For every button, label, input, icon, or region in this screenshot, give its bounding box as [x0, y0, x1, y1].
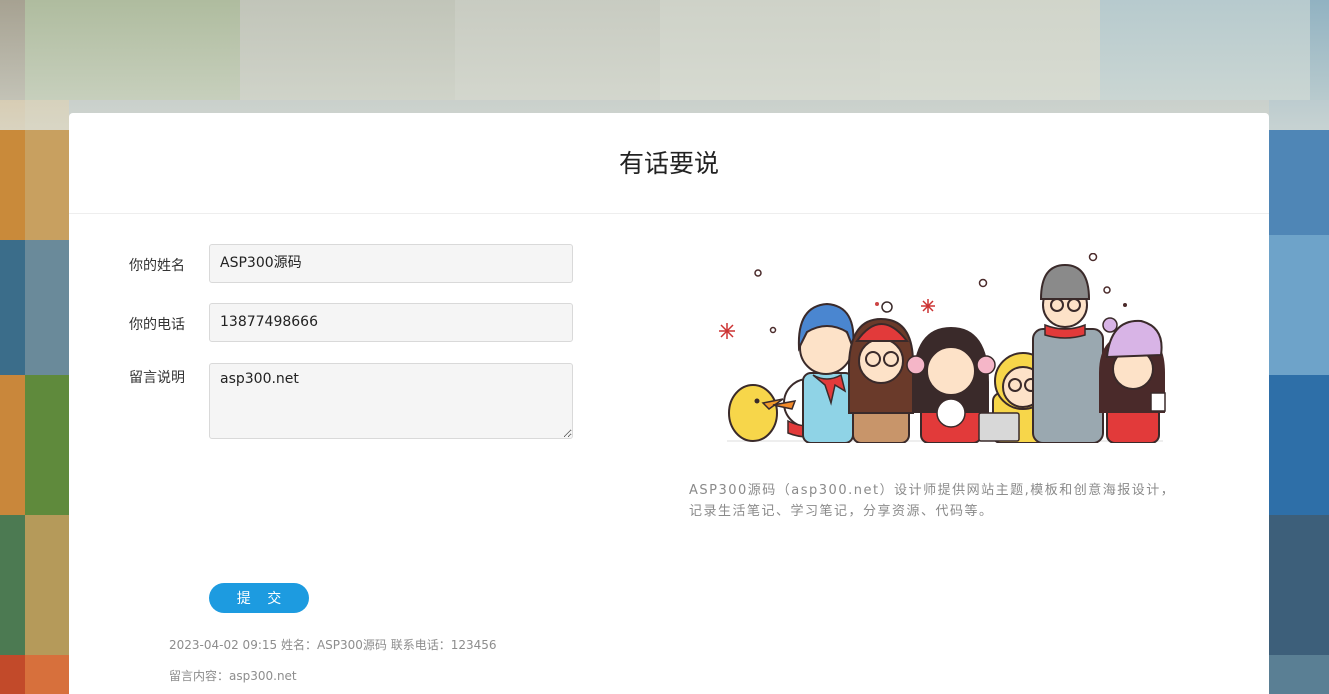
message-list-item: 2023-04-02 09:15 姓名：ASP300源码 联系电话：123456…	[169, 630, 625, 694]
message-label: 留言说明	[129, 370, 185, 386]
phone-label: 你的电话	[129, 317, 185, 333]
phone-input[interactable]: 13877498666	[209, 303, 573, 342]
name-label: 你的姓名	[129, 258, 185, 274]
site-description: ASP300源码（asp300.net）设计师提供网站主题,模板和创意海报设计，…	[689, 483, 1176, 519]
name-input[interactable]: ASP300源码	[209, 244, 573, 283]
message-meta: 2023-04-02 09:15 姓名：ASP300源码 联系电话：123456	[169, 638, 497, 652]
submit-button[interactable]: 提 交	[209, 583, 309, 613]
message-content: 留言内容：asp300.net	[169, 669, 297, 683]
cartoon-group-illustration	[719, 253, 1166, 443]
page-title: 有话要说	[69, 113, 1269, 214]
message-card: 有话要说 你的姓名 ASP300源码 你的电话 13877498666 留言说明…	[69, 113, 1269, 694]
message-textarea[interactable]	[209, 363, 573, 439]
